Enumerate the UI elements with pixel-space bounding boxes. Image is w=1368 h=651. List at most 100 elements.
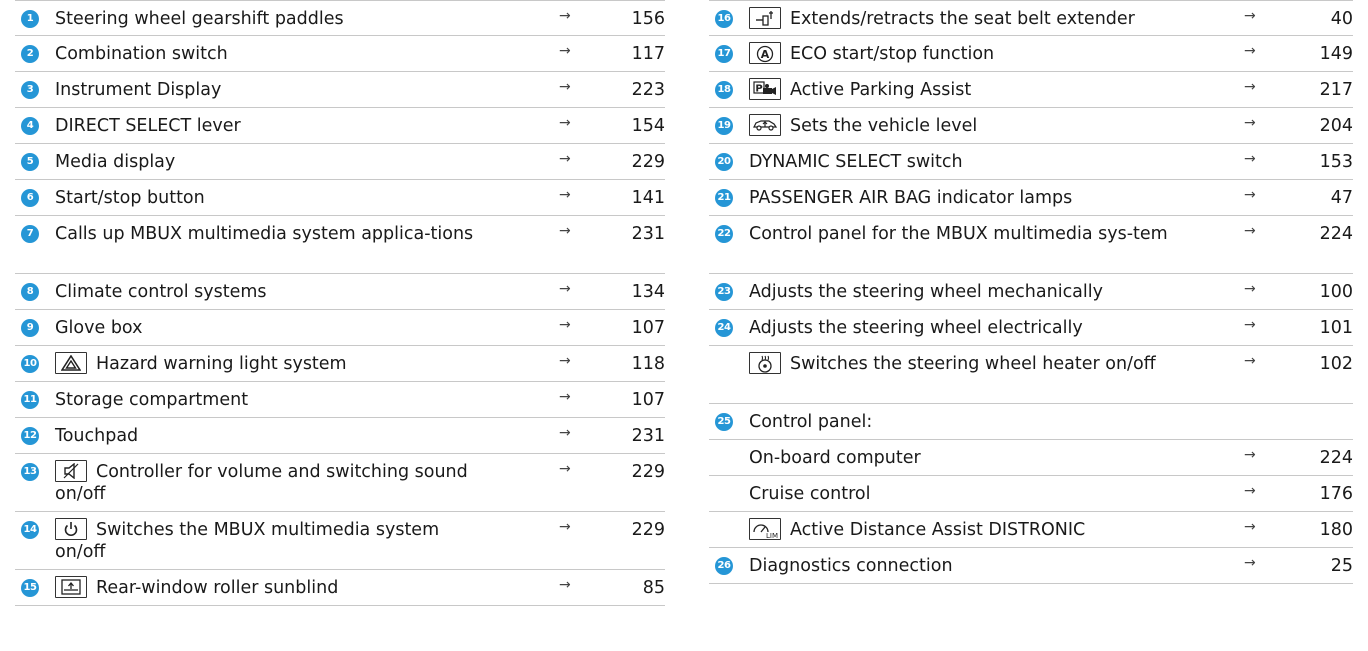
page-reference-link[interactable]: 134 [605,281,665,303]
index-row: 17 A ECO start/stop function → 149 [709,36,1353,72]
item-label: Start/stop button [55,188,205,208]
index-row: 7 Calls up MBUX multimedia system applica… [15,216,665,274]
page-reference-link[interactable]: 117 [605,43,665,65]
page-reference-link[interactable]: 149 [1293,43,1353,65]
page-reference-arrow-icon: → [559,389,571,405]
index-row: 11 Storage compartment → 107 [15,382,665,418]
index-row: 21 PASSENGER AIR BAG indicator lamps → 47 [709,180,1353,216]
index-row: LIM Active Distance Assist DISTRONIC → 180 [709,512,1353,548]
page-reference-link[interactable]: 153 [1293,151,1353,173]
item-label: Rear-window roller sunblind [96,578,339,598]
index-row: 1 Steering wheel gearshift paddles → 156 [15,0,665,36]
page-reference-link[interactable]: 107 [605,389,665,411]
page-reference-link[interactable]: 204 [1293,115,1353,137]
item-label: Control panel: [749,412,873,432]
index-row: 23 Adjusts the steering wheel mechanicall… [709,274,1353,310]
svg-text:A: A [761,48,770,61]
callout-number-badge: 22 [715,225,733,243]
callout-number-badge: 2 [21,45,39,63]
page-reference-link[interactable]: 107 [605,317,665,339]
callout-number-badge: 17 [715,45,733,63]
page-reference-link[interactable]: 40 [1293,8,1353,30]
callout-number-badge: 25 [715,413,733,431]
index-row: 9 Glove box → 107 [15,310,665,346]
page-reference-link[interactable]: 154 [605,115,665,137]
item-description: Hazard warning light system [55,351,495,375]
vehicle-level-icon [749,113,781,136]
page-reference-link[interactable]: 118 [605,353,665,375]
page-reference-arrow-icon: → [1244,79,1256,95]
item-description: Media display [55,151,495,173]
page-reference-link[interactable]: 100 [1293,281,1353,303]
page-reference-link[interactable]: 47 [1293,187,1353,209]
item-label: On-board computer [749,448,921,468]
page-reference-arrow-icon: → [1244,8,1256,24]
page-reference-link[interactable]: 180 [1293,519,1353,541]
item-description: Touchpad [55,425,495,447]
item-description: On-board computer [749,447,1169,469]
page-reference-arrow-icon: → [559,425,571,441]
sunblind-icon [55,575,87,598]
page-reference-link[interactable]: 231 [605,425,665,447]
page-reference-arrow-icon: → [559,223,571,239]
item-label: Combination switch [55,44,228,64]
index-row: 20 DYNAMIC SELECT switch → 153 [709,144,1353,180]
index-row: 10 Hazard warning light system → 118 [15,346,665,382]
page-reference-arrow-icon: → [559,519,571,535]
page-reference-link[interactable]: 25 [1293,555,1353,577]
index-row: 12 Touchpad → 231 [15,418,665,454]
callout-number-badge: 7 [21,225,39,243]
callout-number-badge: 12 [21,427,39,445]
svg-text:P: P [755,83,762,94]
item-description: Instrument Display [55,79,495,101]
item-label: Sets the vehicle level [790,116,978,136]
svg-text:LIM: LIM [766,532,778,539]
page-reference-link[interactable]: 141 [605,187,665,209]
page-reference-link[interactable]: 229 [605,461,665,483]
page-reference-arrow-icon: → [1244,555,1256,571]
index-row: 19 Sets the vehicle level → 204 [709,108,1353,144]
wheel-heater-icon [749,351,781,374]
page-reference-link[interactable]: 156 [605,8,665,30]
index-row: 6 Start/stop button → 141 [15,180,665,216]
page-reference-link[interactable]: 224 [1293,223,1353,245]
callout-number-badge: 1 [21,10,39,28]
page-reference-link[interactable]: 229 [605,519,665,541]
hazard-icon [55,351,87,374]
page-reference-link[interactable]: 102 [1293,353,1353,375]
page-reference-link[interactable]: 176 [1293,483,1353,505]
item-description: Steering wheel gearshift paddles [55,8,495,30]
page-reference-link[interactable]: 85 [605,577,665,599]
index-row: 14 Switches the MBUX multimedia system on… [15,512,665,570]
item-label: Switches the MBUX multimedia system on/o… [55,520,440,562]
callout-number-badge: 13 [21,463,39,481]
item-description: Adjusts the steering wheel mechanically [749,281,1169,303]
item-description: Calls up MBUX multimedia system applica-… [55,223,495,245]
page-reference-arrow-icon: → [559,8,571,24]
callout-number-badge: 20 [715,153,733,171]
item-description: Adjusts the steering wheel electrically [749,317,1169,339]
index-row: 26 Diagnostics connection → 25 [709,548,1353,584]
item-description: Control panel for the MBUX multimedia sy… [749,223,1169,245]
item-label: PASSENGER AIR BAG indicator lamps [749,188,1073,208]
callout-number-badge: 4 [21,117,39,135]
page-reference-arrow-icon: → [559,115,571,131]
item-description: Cruise control [749,483,1169,505]
callout-number-badge: 8 [21,283,39,301]
item-label: Control panel for the MBUX multimedia sy… [749,224,1168,244]
page-reference-arrow-icon: → [1244,519,1256,535]
page-reference-link[interactable]: 101 [1293,317,1353,339]
page-reference-link[interactable]: 217 [1293,79,1353,101]
item-label: Calls up MBUX multimedia system applica-… [55,224,474,244]
item-description: Sets the vehicle level [749,113,1169,137]
distronic-icon: LIM [749,517,781,540]
page-reference-link[interactable]: 231 [605,223,665,245]
page-reference-link[interactable]: 223 [605,79,665,101]
page-reference-arrow-icon: → [1244,447,1256,463]
item-description: Switches the steering wheel heater on/of… [749,351,1169,375]
index-row: 16 Extends/retracts the seat belt extende… [709,0,1353,36]
callout-number-badge: 19 [715,117,733,135]
page-reference-link[interactable]: 224 [1293,447,1353,469]
callout-number-badge: 14 [21,521,39,539]
page-reference-link[interactable]: 229 [605,151,665,173]
